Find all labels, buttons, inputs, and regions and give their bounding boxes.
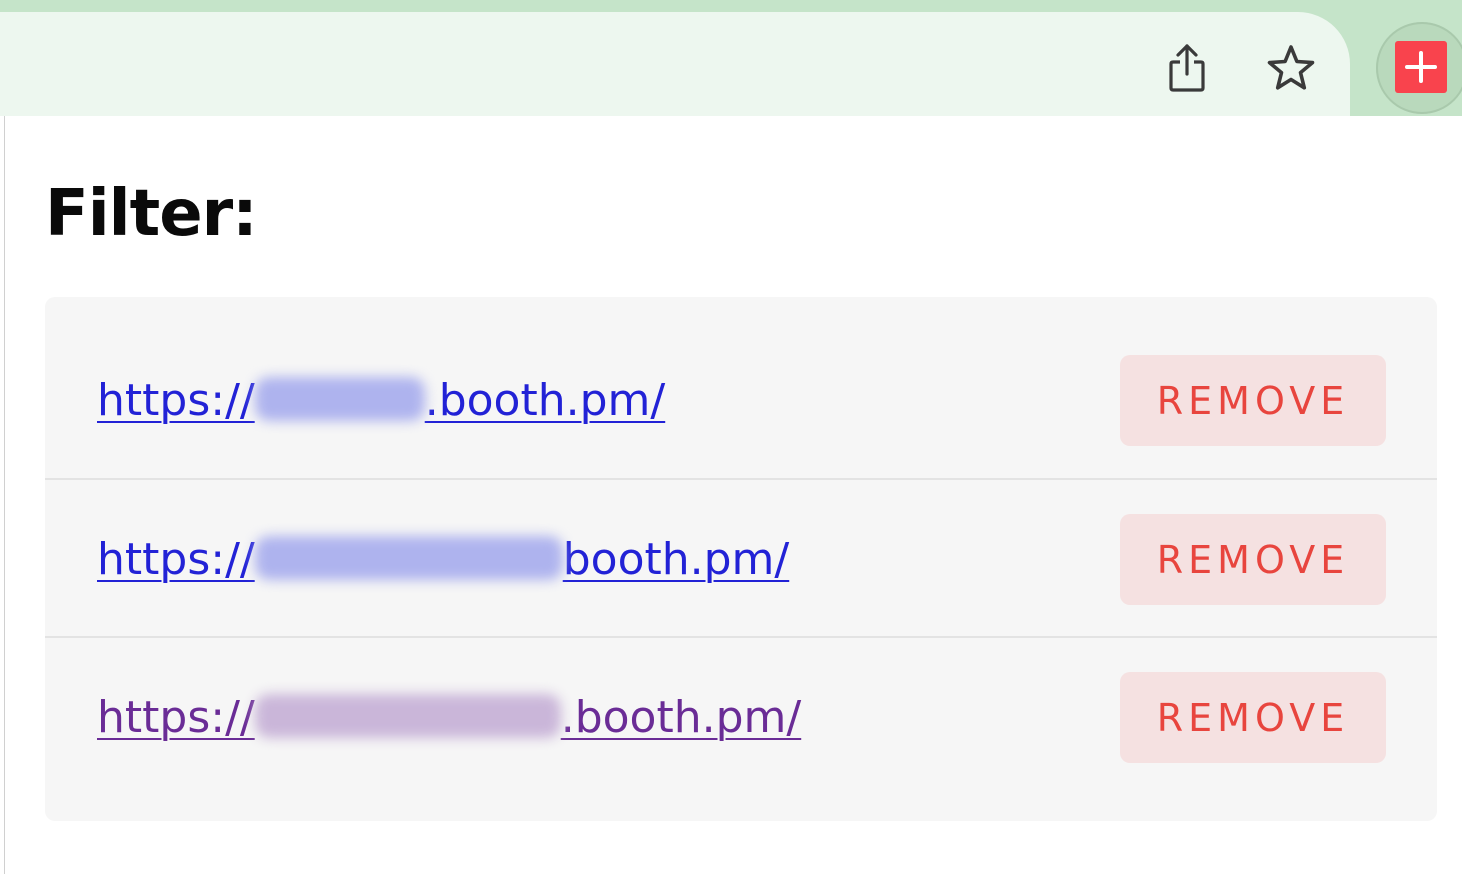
- extension-popup: Filter: https:// .booth.pm/ REMOVE https:…: [4, 116, 1462, 874]
- redacted-subdomain: [254, 694, 561, 738]
- url-suffix: booth.pm/: [562, 534, 790, 585]
- browser-toolbar: [0, 0, 1462, 116]
- url-prefix: https://: [97, 375, 255, 426]
- list-item: https:// .booth.pm/ REMOVE: [45, 638, 1437, 821]
- filter-url-link[interactable]: https:// booth.pm/: [97, 534, 789, 586]
- share-icon[interactable]: [1160, 40, 1214, 96]
- url-prefix: https://: [97, 692, 255, 743]
- filter-url-link[interactable]: https:// .booth.pm/: [97, 692, 801, 744]
- extension-plus-icon[interactable]: [1395, 41, 1447, 93]
- filter-list: https:// .booth.pm/ REMOVE https:// booth.…: [45, 297, 1437, 821]
- redacted-subdomain: [254, 536, 563, 580]
- remove-button[interactable]: REMOVE: [1120, 355, 1386, 446]
- redacted-subdomain: [254, 377, 425, 421]
- address-bar[interactable]: [0, 12, 1350, 116]
- url-suffix: .booth.pm/: [560, 692, 802, 743]
- remove-button[interactable]: REMOVE: [1120, 672, 1386, 763]
- remove-button[interactable]: REMOVE: [1120, 514, 1386, 605]
- star-icon[interactable]: [1262, 40, 1320, 96]
- filter-url-link[interactable]: https:// .booth.pm/: [97, 375, 665, 427]
- list-item: https:// .booth.pm/ REMOVE: [45, 297, 1437, 480]
- url-suffix: .booth.pm/: [424, 375, 666, 426]
- list-item: https:// booth.pm/ REMOVE: [45, 480, 1437, 638]
- popup-title: Filter:: [45, 177, 258, 251]
- url-prefix: https://: [97, 534, 255, 585]
